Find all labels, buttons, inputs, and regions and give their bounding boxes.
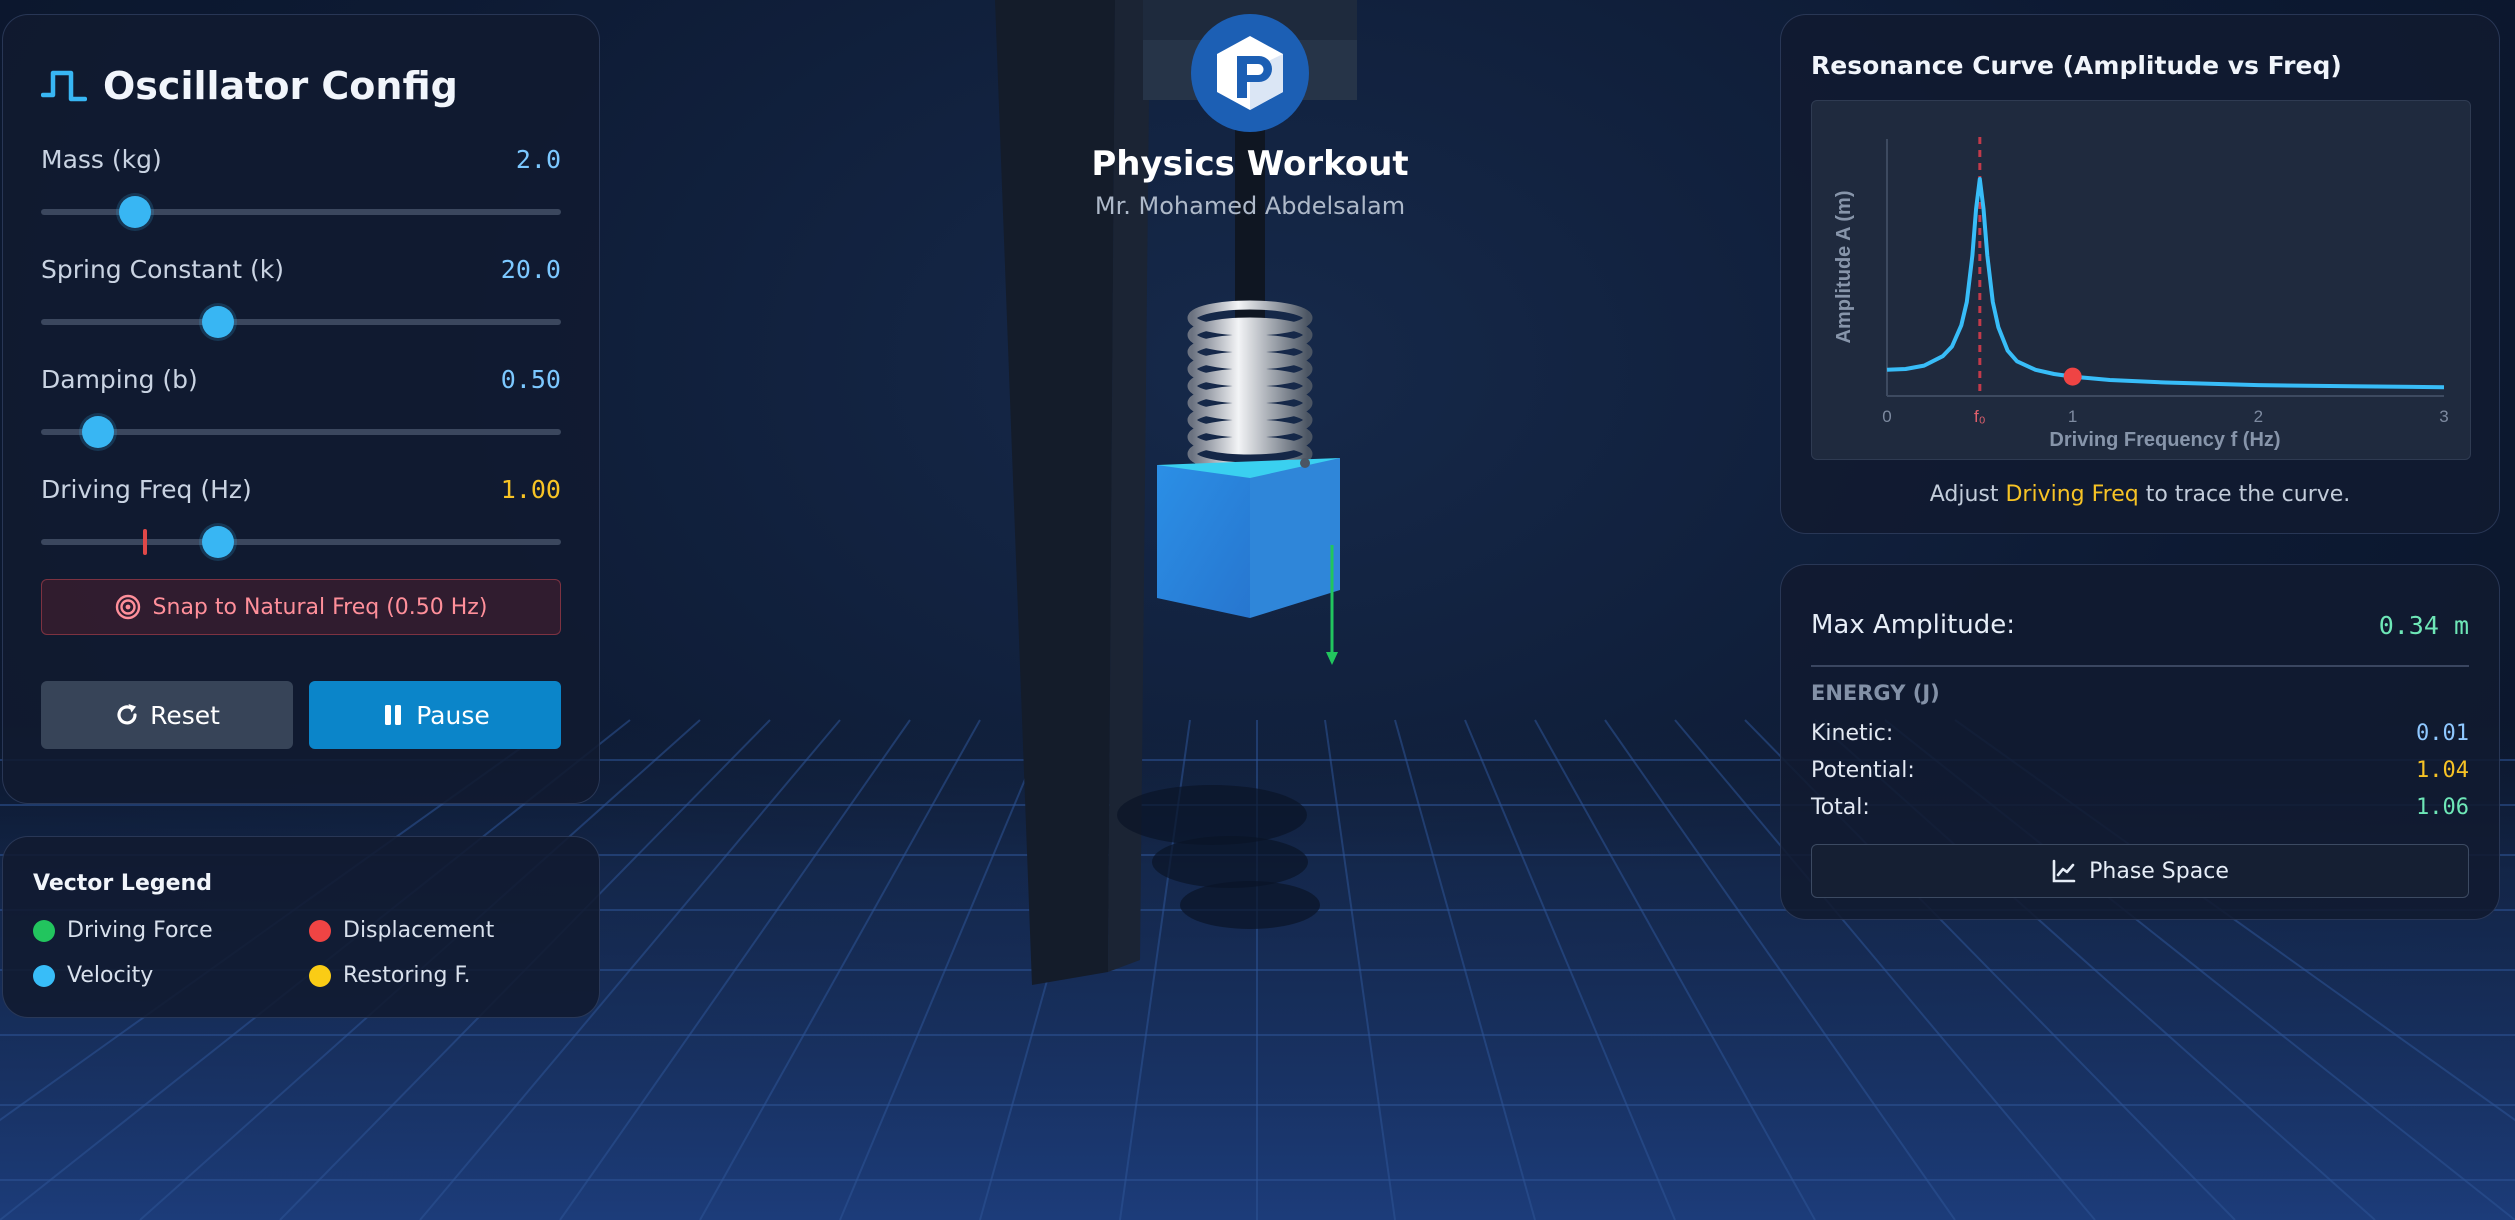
- mass-slider[interactable]: [41, 183, 561, 239]
- brand-logo: [1191, 14, 1309, 132]
- phase-space-label: Phase Space: [2089, 858, 2229, 884]
- y-axis-label: Amplitude A (m): [1833, 191, 1855, 344]
- resonance-hint: Adjust Driving Freq to trace the curve.: [1811, 482, 2469, 507]
- stats-panel: Max Amplitude: 0.34 m ENERGY (J) Kinetic…: [1780, 564, 2500, 920]
- driving-freq-label: Driving Freq (Hz): [41, 474, 252, 504]
- natural-freq-marker: [143, 529, 147, 555]
- resonance-chart-svg: 0 f₀ 1 2 3 Driving Frequency f (Hz) Amplitud…: [1833, 137, 2449, 451]
- damping-slider-track[interactable]: [41, 429, 561, 435]
- spring-constant-slider-thumb[interactable]: [201, 306, 234, 338]
- driving-freq-value: 1.00: [500, 474, 561, 504]
- current-frequency-marker: [2063, 367, 2082, 386]
- velocity-dot: [33, 964, 55, 987]
- action-buttons: Reset Pause: [41, 681, 561, 749]
- displacement-dot: [309, 919, 331, 942]
- legend-item-velocity: Velocity: [33, 963, 309, 988]
- potential-row: Potential: 1.04: [1811, 752, 2469, 789]
- pulse-icon: [41, 70, 87, 102]
- mass-value: 2.0: [515, 144, 561, 174]
- vector-legend-panel: Vector Legend Driving Force Displacement…: [2, 836, 600, 1018]
- driving-freq-param: Driving Freq (Hz) 1.00: [41, 471, 561, 569]
- stats-divider: [1811, 665, 2469, 667]
- kinetic-value: 0.01: [2416, 721, 2469, 746]
- x-tick-label: 1: [2068, 407, 2077, 426]
- spring-constant-slider[interactable]: [41, 293, 561, 349]
- cube-logo-icon: [1217, 36, 1283, 110]
- x-axis-label: Driving Frequency f (Hz): [2049, 429, 2280, 451]
- brand-subtitle: Mr. Mohamed Abdelsalam: [1094, 192, 1406, 220]
- legend-label: Velocity: [67, 963, 154, 988]
- legend-label: Restoring F.: [343, 963, 471, 988]
- x-tick-labels: 0 f₀ 1 2 3: [1882, 407, 2448, 426]
- damping-value: 0.50: [500, 364, 561, 394]
- damping-slider[interactable]: [41, 403, 561, 459]
- legend-label: Driving Force: [67, 918, 213, 943]
- reset-button-label: Reset: [150, 700, 220, 730]
- x-tick-label: 0: [1882, 407, 1891, 426]
- legend-item-displacement: Displacement: [309, 918, 585, 943]
- driving-freq-slider[interactable]: [41, 513, 561, 569]
- total-label: Total:: [1811, 795, 1870, 820]
- kinetic-label: Kinetic:: [1811, 721, 1894, 746]
- spring-coils: [1187, 300, 1313, 472]
- spring-param: Spring Constant (k) 20.0: [41, 251, 561, 349]
- x-tick-label: 2: [2254, 407, 2263, 426]
- resonance-panel: Resonance Curve (Amplitude vs Freq) 0 f₀ 1…: [1780, 14, 2500, 534]
- damping-slider-thumb[interactable]: [82, 416, 115, 448]
- max-amplitude-value: 0.34 m: [2378, 610, 2469, 640]
- legend-item-restoring-force: Restoring F.: [309, 963, 585, 988]
- snap-natural-freq-button[interactable]: Snap to Natural Freq (0.50 Hz): [41, 579, 561, 635]
- damping-label: Damping (b): [41, 364, 198, 394]
- driving-force-dot: [33, 919, 55, 942]
- line-chart-icon: [2052, 859, 2076, 883]
- hint-suffix: to trace the curve.: [2138, 482, 2351, 507]
- brand-title: Physics Workout: [1091, 144, 1409, 184]
- spring-constant-slider-track[interactable]: [41, 319, 561, 325]
- hint-prefix: Adjust: [1929, 482, 2006, 507]
- brand-header: Physics Workout Mr. Mohamed Abdelsalam: [1090, 14, 1410, 220]
- spring-constant-label: Spring Constant (k): [41, 254, 284, 284]
- mass-label: Mass (kg): [41, 144, 162, 174]
- max-amplitude-row: Max Amplitude: 0.34 m: [1811, 593, 2469, 657]
- resonance-chart: 0 f₀ 1 2 3 Driving Frequency f (Hz) Amplitud…: [1811, 100, 2471, 460]
- phase-space-button[interactable]: Phase Space: [1811, 844, 2469, 898]
- potential-label: Potential:: [1811, 758, 1915, 783]
- reset-icon: [117, 704, 137, 725]
- mass-param: Mass (kg) 2.0: [41, 141, 561, 239]
- oscillator-config-panel: Oscillator Config Mass (kg) 2.0 Spring C…: [2, 14, 600, 804]
- hint-highlight: Driving Freq: [2005, 482, 2139, 507]
- legend-title: Vector Legend: [33, 871, 212, 896]
- config-title: Oscillator Config: [103, 64, 458, 108]
- potential-value: 1.04: [2416, 758, 2469, 783]
- legend-label: Displacement: [343, 918, 495, 943]
- mass-slider-thumb[interactable]: [118, 196, 151, 228]
- pause-button[interactable]: Pause: [309, 681, 561, 749]
- resonance-curve: [1886, 177, 2445, 390]
- driving-freq-slider-thumb[interactable]: [201, 526, 234, 558]
- spring-constant-value: 20.0: [500, 254, 561, 284]
- total-value: 1.06: [2416, 795, 2469, 820]
- resonance-title: Resonance Curve (Amplitude vs Freq): [1811, 51, 2342, 80]
- snap-button-label: Snap to Natural Freq (0.50 Hz): [152, 594, 488, 620]
- pause-icon: [385, 705, 402, 725]
- config-header: Oscillator Config: [41, 59, 561, 113]
- total-row: Total: 1.06: [1811, 789, 2469, 826]
- pause-button-label: Pause: [416, 700, 490, 730]
- reset-button[interactable]: Reset: [41, 681, 293, 749]
- restoring-force-dot: [309, 964, 331, 987]
- mass-block: [1157, 458, 1340, 618]
- legend-grid: Driving Force Displacement Velocity Rest…: [33, 918, 569, 988]
- kinetic-row: Kinetic: 0.01: [1811, 715, 2469, 752]
- driving-freq-slider-track[interactable]: [41, 539, 561, 545]
- damping-param: Damping (b) 0.50: [41, 361, 561, 459]
- max-amplitude-label: Max Amplitude:: [1811, 610, 2016, 640]
- target-icon: [115, 594, 140, 620]
- energy-title: ENERGY (J): [1811, 681, 1940, 705]
- legend-item-driving-force: Driving Force: [33, 918, 309, 943]
- x-tick-label: 3: [2439, 407, 2448, 426]
- x-tick-label: f₀: [1974, 407, 1986, 426]
